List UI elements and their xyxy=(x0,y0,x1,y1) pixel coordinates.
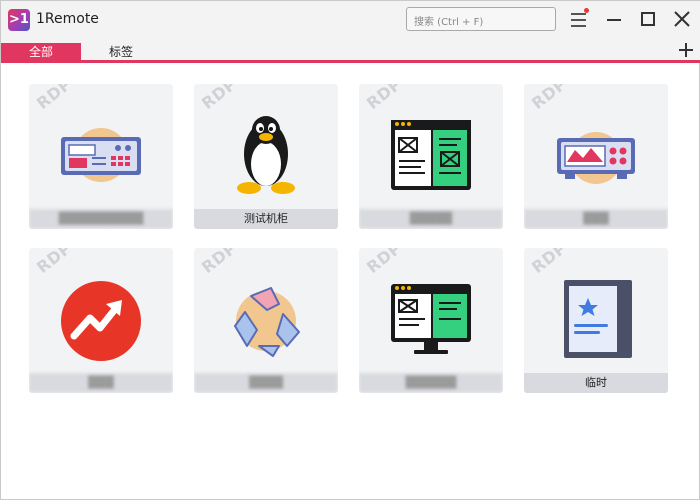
server-card[interactable]: RDP ███ xyxy=(524,84,668,229)
server-card[interactable]: RDP ███ xyxy=(29,248,173,393)
protocol-watermark: RDP xyxy=(198,84,241,113)
protocol-watermark: RDP xyxy=(528,248,571,277)
server-card[interactable]: RDP 测试机柜 xyxy=(194,84,338,229)
protocol-watermark: RDP xyxy=(198,248,241,277)
tab-tags[interactable]: 标签 xyxy=(91,43,151,63)
tab-all[interactable]: 全部 xyxy=(1,43,81,63)
protocol-watermark: RDP xyxy=(33,248,76,277)
search-input[interactable]: 搜索 (Ctrl + F) xyxy=(406,7,556,31)
server-card[interactable]: RDP 临时 xyxy=(524,248,668,393)
oscilloscope-icon xyxy=(557,132,635,184)
control-panel-icon xyxy=(61,128,141,182)
add-server-button[interactable] xyxy=(677,41,695,59)
protocol-watermark: RDP xyxy=(528,84,571,113)
minimize-icon xyxy=(607,19,621,21)
trend-arrow-icon xyxy=(61,281,141,361)
server-name: ████ xyxy=(194,373,338,393)
close-button[interactable] xyxy=(667,6,697,34)
maximize-button[interactable] xyxy=(633,6,663,34)
app-window: >1 1Remote 搜索 (Ctrl + F) 全部 标签 RDP █████… xyxy=(0,0,700,500)
app-logo-icon: >1 xyxy=(8,9,30,31)
code-editor-icon xyxy=(391,120,471,190)
protocol-watermark: RDP xyxy=(363,84,406,113)
recycle-icon xyxy=(234,287,300,357)
server-grid: RDP ██████████ RDP 测试机柜 RDP █████ RDP ██… xyxy=(1,66,700,501)
monitor-code-icon xyxy=(391,284,471,354)
close-icon xyxy=(674,11,690,27)
server-name: ███ xyxy=(29,373,173,393)
tag-tab-bar: 全部 标签 xyxy=(1,39,700,63)
protocol-watermark: RDP xyxy=(363,248,406,277)
server-name: ███ xyxy=(524,209,668,229)
server-name: 测试机柜 xyxy=(194,209,338,229)
server-card[interactable]: RDP █████ xyxy=(359,84,503,229)
linux-penguin-icon xyxy=(237,116,295,194)
server-name: 临时 xyxy=(524,373,668,393)
server-card[interactable]: RDP ██████ xyxy=(359,248,503,393)
tablet-star-icon xyxy=(564,280,632,358)
server-name: ██████████ xyxy=(29,209,173,229)
minimize-button[interactable] xyxy=(599,6,629,34)
search-placeholder: 搜索 (Ctrl + F) xyxy=(414,17,484,28)
server-card[interactable]: RDP ██████████ xyxy=(29,84,173,229)
main-menu-button[interactable] xyxy=(564,6,594,34)
server-name: ██████ xyxy=(359,373,503,393)
server-card[interactable]: RDP ████ xyxy=(194,248,338,393)
title-bar[interactable]: >1 1Remote 搜索 (Ctrl + F) xyxy=(1,1,700,39)
notification-dot-icon xyxy=(584,8,589,13)
server-name: █████ xyxy=(359,209,503,229)
protocol-watermark: RDP xyxy=(33,84,76,113)
maximize-icon xyxy=(641,12,655,26)
app-title: 1Remote xyxy=(36,11,99,27)
